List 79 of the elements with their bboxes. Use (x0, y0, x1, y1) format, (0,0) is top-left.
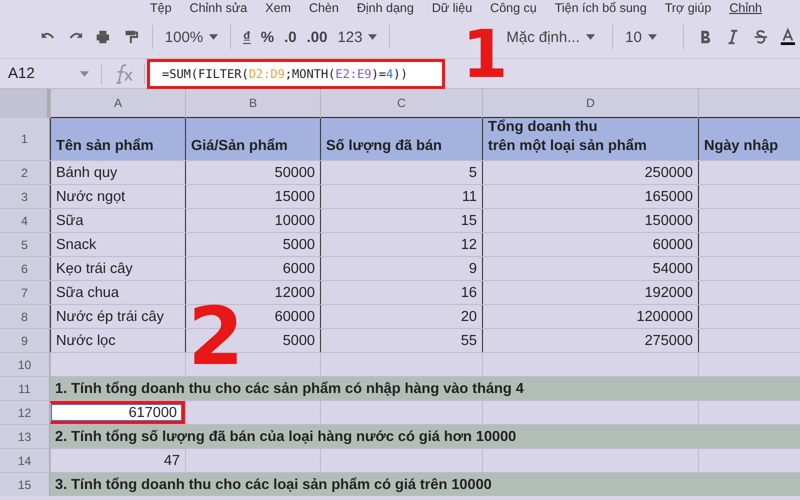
table-cell: Bánh quy (50, 161, 185, 184)
row-header[interactable]: 9 (0, 329, 50, 352)
table-cell: 15 (320, 209, 482, 232)
table-cell: 6000 (185, 257, 320, 280)
row-header[interactable]: 14 (0, 449, 50, 472)
table-cell: 12 (320, 233, 482, 256)
column-title: Số lượng đã bán (320, 118, 482, 160)
row-header[interactable]: 10 (0, 353, 50, 376)
section-title: 3. Tính tổng doanh thu cho các loại sản phẩm có giá trên 10000 (54, 476, 493, 494)
menu-item[interactable]: Công cụ (490, 0, 537, 16)
table-cell: 150000 (482, 209, 698, 232)
table-cell: 192000 (482, 281, 698, 304)
table-cell: 1200000 (482, 305, 698, 328)
table-cell: 50000 (185, 161, 320, 184)
row-header[interactable]: 15 (0, 473, 50, 496)
table-cell: 275000 (482, 329, 698, 352)
table-cell: 60000 (482, 233, 698, 256)
cell-reference[interactable]: A12 (0, 65, 70, 82)
table-cell: Nước lọc (50, 329, 185, 352)
table-cell: 165000 (482, 185, 698, 208)
caret-icon[interactable] (80, 70, 89, 76)
zoom-dropdown[interactable]: 100% (162, 26, 222, 48)
table-cell: Sữa (50, 209, 185, 232)
table-cell[interactable]: 617000 (50, 401, 185, 424)
section-title: 1. Tính tổng doanh thu cho các sản phẩm có nhập hàng vào tháng 4 (54, 380, 525, 398)
row-header[interactable]: 4 (0, 209, 50, 232)
table-cell: 5 (320, 161, 482, 184)
table-cell: Kẹo trái cây (50, 257, 185, 280)
table-cell: Sữa chua (50, 281, 185, 304)
menu-item[interactable]: Tiện ích bổ sung (554, 0, 647, 16)
menu-item[interactable]: Chèn (308, 0, 339, 16)
caret-icon (648, 34, 657, 40)
table-cell: 20 (320, 305, 482, 328)
table-cell: Nước ép trái cây (50, 305, 185, 328)
row-header[interactable]: 11 (0, 377, 50, 400)
font-size-dropdown[interactable]: 10 (622, 26, 674, 48)
row-header[interactable]: 8 (0, 305, 50, 328)
table-cell: 55 (320, 329, 482, 352)
text-color-icon[interactable] (779, 27, 798, 47)
caret-icon (586, 34, 595, 40)
table-cell: 10000 (185, 209, 320, 232)
caret-icon (209, 34, 218, 40)
menu-item[interactable]: Định dạng (356, 0, 414, 16)
currency-button[interactable]: ₫ (240, 26, 254, 48)
table-cell: 11 (320, 185, 482, 208)
row-header[interactable]: 6 (0, 257, 50, 280)
column-title: Ngày nhập (698, 118, 800, 160)
percent-button[interactable]: % (258, 26, 278, 48)
menu-item[interactable]: Dữ liệu (432, 0, 472, 16)
table-cell: 16 (320, 281, 482, 304)
decrease-decimals-button[interactable]: .0 (281, 26, 300, 48)
table-cell: 9 (320, 257, 482, 280)
row-header[interactable]: 2 (0, 161, 50, 184)
column-title: Giá/Sản phẩm (185, 118, 320, 160)
table-cell: 250000 (482, 161, 698, 184)
formula-input[interactable]: =SUM(FILTER(D2:D9;MONTH(E2:E9)=4)) (147, 58, 445, 88)
row-header[interactable]: 5 (0, 233, 50, 256)
row-header[interactable]: 3 (0, 185, 50, 208)
column-title: Tổng doanh thu trên một loại sản phẩm (482, 118, 698, 160)
menu-item[interactable]: Tệp (150, 0, 172, 16)
table-cell: Snack (50, 233, 185, 256)
table-cell: 5000 (185, 233, 320, 256)
row-header[interactable]: 12 (0, 401, 50, 424)
table-cell: 15000 (185, 185, 320, 208)
row-header[interactable]: 13 (0, 425, 50, 448)
menu-item[interactable]: Chỉnh sửa (190, 0, 248, 16)
menu-item[interactable]: Xem (265, 0, 291, 16)
row-header[interactable]: 7 (0, 281, 50, 304)
number-format-dropdown[interactable]: 123 (334, 26, 380, 48)
column-title: Tên sản phẩm (50, 118, 185, 160)
last-edit-link[interactable]: Chỉnh (729, 0, 762, 16)
row-header[interactable]: 1 (0, 118, 50, 160)
table-cell: 12000 (185, 281, 320, 304)
caret-icon (368, 34, 378, 40)
increase-decimals-button[interactable]: .00 (304, 26, 330, 48)
menu-item[interactable]: Trợ giúp (664, 0, 712, 16)
section-title: 2. Tính tổng số lượng đã bán của loại hàng nước có giá hơn 10000 (54, 428, 518, 446)
table-cell: Nước ngọt (50, 185, 185, 208)
table-cell: 54000 (482, 257, 698, 280)
